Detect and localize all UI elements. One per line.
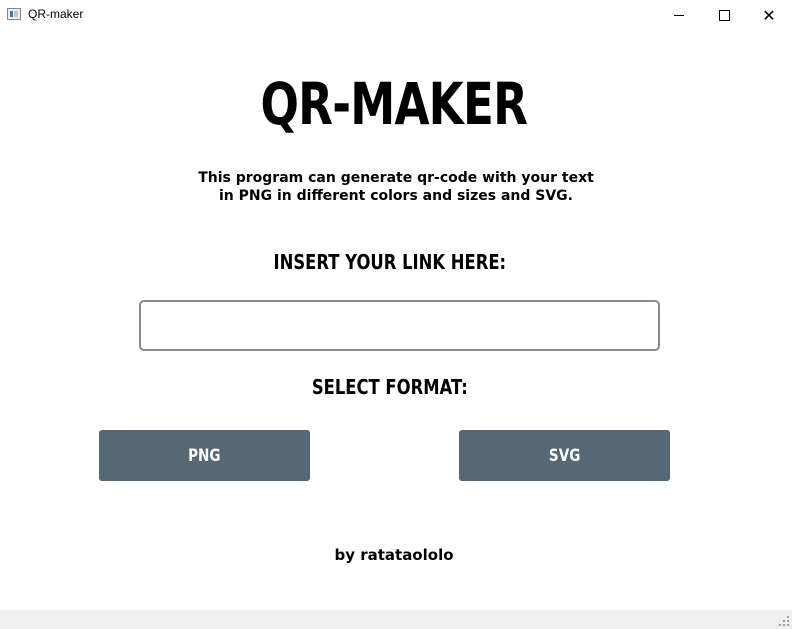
svg-button-label: SVG bbox=[548, 445, 581, 466]
minimize-button[interactable] bbox=[656, 0, 702, 30]
svg-button[interactable]: SVG bbox=[459, 430, 670, 481]
link-input[interactable] bbox=[139, 300, 660, 351]
close-icon: ✕ bbox=[762, 5, 776, 25]
format-label: SELECT FORMAT: bbox=[311, 375, 468, 399]
resize-grip-icon[interactable] bbox=[779, 616, 789, 626]
description-line-2: in PNG in different colors and sizes and… bbox=[219, 188, 573, 204]
description: This program can generate qr-code with y… bbox=[0, 169, 792, 205]
minimize-icon bbox=[674, 14, 684, 16]
page-title: QR-MAKER bbox=[260, 70, 528, 138]
status-bar bbox=[0, 610, 792, 629]
png-button-label: PNG bbox=[188, 445, 221, 466]
app-window: QR-maker ✕ QR-MAKER This program can gen… bbox=[0, 0, 792, 629]
maximize-button[interactable] bbox=[701, 0, 747, 30]
link-label: INSERT YOUR LINK HERE: bbox=[273, 250, 507, 274]
author-credit: by ratataololo bbox=[334, 546, 454, 564]
title-bar[interactable]: QR-maker ✕ bbox=[0, 0, 792, 30]
description-line-1: This program can generate qr-code with y… bbox=[198, 170, 594, 186]
png-button[interactable]: PNG bbox=[99, 430, 310, 481]
close-button[interactable]: ✕ bbox=[746, 0, 792, 30]
app-icon bbox=[7, 8, 21, 20]
maximize-icon bbox=[718, 9, 730, 21]
window-title: QR-maker bbox=[28, 7, 84, 21]
